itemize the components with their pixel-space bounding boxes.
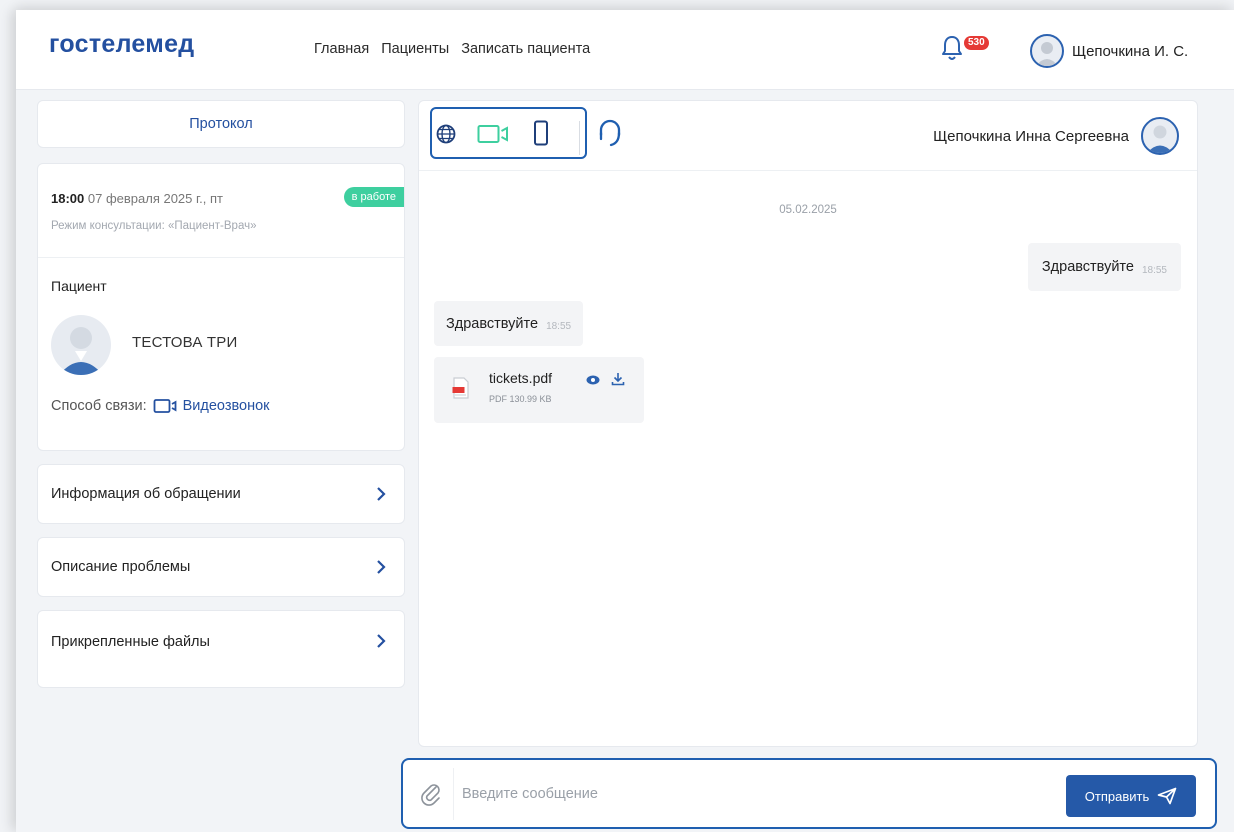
- avatar: [1141, 117, 1179, 155]
- chevron-right-icon: [377, 487, 386, 501]
- avatar: [1030, 34, 1064, 68]
- contact-method-link[interactable]: Видеозвонок: [183, 398, 270, 414]
- call-mode-toolbar: [430, 107, 587, 159]
- chevron-right-icon: [377, 560, 386, 574]
- bell-icon[interactable]: [940, 34, 964, 64]
- main-nav: Главная Пациенты Записать пациента: [314, 41, 590, 57]
- message-time: 18:55: [546, 321, 572, 332]
- video-camera-icon[interactable]: [477, 124, 509, 144]
- globe-icon[interactable]: [435, 123, 457, 145]
- user-menu[interactable]: Щепочкина И. С.: [1030, 34, 1188, 68]
- send-icon: [1157, 787, 1177, 805]
- message-time: 18:55: [1141, 264, 1167, 276]
- appointment-date: 07 февраля 2025 г., пт: [87, 191, 223, 206]
- divider: [38, 257, 404, 258]
- contact-method: Способ связи: Видеозвонок: [51, 398, 270, 414]
- chevron-right-icon: [377, 634, 386, 648]
- nav-patients[interactable]: Пациенты: [381, 41, 449, 57]
- section-label: Информация об обращении: [51, 486, 241, 502]
- eye-icon[interactable]: [586, 374, 600, 386]
- send-label: Отправить: [1084, 788, 1150, 804]
- user-silhouette-icon: [1147, 125, 1173, 153]
- chat-panel: Щепочкина Инна Сергеевна 05.02.2025 Здра…: [418, 100, 1198, 747]
- user-silhouette-icon: [1036, 42, 1058, 66]
- notification-badge: 530: [964, 36, 989, 50]
- file-name[interactable]: tickets.pdf: [489, 370, 552, 386]
- appointment-datetime: 18:00 07 февраля 2025 г., пт: [51, 191, 223, 206]
- user-name: Щепочкина И. С.: [1072, 42, 1189, 60]
- nav-book-patient[interactable]: Записать пациента: [461, 41, 590, 57]
- user-silhouette-icon: [59, 327, 103, 375]
- divider: [579, 121, 580, 155]
- patient-heading: Пациент: [51, 278, 107, 294]
- appointment-time: 18:00: [51, 191, 85, 206]
- send-button[interactable]: Отправить: [1066, 775, 1196, 817]
- download-icon[interactable]: [611, 372, 625, 386]
- patient-name: ТЕСТОВА ТРИ: [132, 334, 238, 351]
- protocol-button[interactable]: Протокол: [37, 100, 405, 148]
- video-camera-icon: [153, 399, 177, 413]
- message-incoming: Здравствуйте 18:55: [434, 301, 584, 346]
- message-text: Здравствуйте: [1041, 259, 1134, 275]
- date-separator: 05.02.2025: [779, 204, 837, 216]
- file-meta: PDF 130.99 KB: [489, 394, 552, 404]
- message-text: Здравствуйте: [446, 315, 539, 332]
- phone-icon[interactable]: [533, 120, 549, 146]
- message-outgoing: Здравствуйте 18:55: [1027, 243, 1181, 291]
- paperclip-icon[interactable]: [420, 780, 442, 808]
- top-bar: гостелемед Главная Пациенты Записать пац…: [16, 10, 1234, 90]
- appointment-card: 18:00 07 февраля 2025 г., пт в работе Ре…: [37, 163, 405, 451]
- nav-home[interactable]: Главная: [314, 41, 369, 57]
- message-composer: Отправить: [401, 758, 1217, 829]
- section-problem-description[interactable]: Описание проблемы: [37, 537, 405, 597]
- section-attached-files[interactable]: Прикрепленные файлы: [37, 610, 405, 688]
- section-label: Описание проблемы: [51, 559, 191, 575]
- contact-label: Способ связи:: [51, 398, 147, 414]
- message-input[interactable]: [453, 768, 1049, 820]
- app-logo[interactable]: гостелемед: [49, 30, 194, 59]
- chat-header: Щепочкина Инна Сергеевна: [419, 101, 1197, 171]
- patient-avatar: [51, 315, 111, 375]
- section-request-info[interactable]: Информация об обращении: [37, 464, 405, 524]
- headset-icon[interactable]: [597, 119, 623, 151]
- section-label: Прикрепленные файлы: [51, 634, 210, 650]
- interlocutor-name: Щепочкина Инна Сергеевна: [933, 127, 1129, 145]
- chat-interlocutor: Щепочкина Инна Сергеевна: [933, 117, 1179, 155]
- status-badge: в работе: [343, 187, 404, 207]
- consultation-mode: Режим консультации: «Пациент-Врач»: [51, 220, 257, 232]
- pdf-file-icon: [452, 377, 469, 399]
- file-attachment: tickets.pdf PDF 130.99 KB: [434, 357, 644, 423]
